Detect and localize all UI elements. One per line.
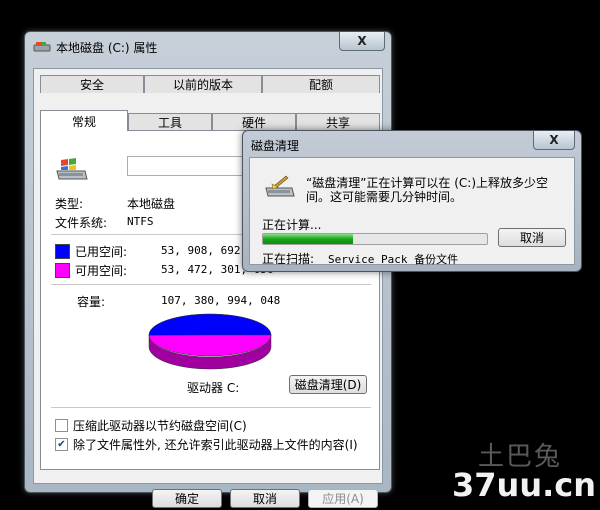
calculating-label: 正在计算... [262,218,322,232]
capacity-label: 容量: [77,295,106,309]
dialog-close-button[interactable]: X [533,131,575,150]
title-bar: 本地磁盘 (C:) 属性 [33,37,341,57]
capacity-value: 107, 380, 994, 048 [161,294,281,307]
index-checkbox[interactable]: ✔ [55,438,68,451]
filesystem-label: 文件系统: [55,216,108,230]
used-swatch [55,244,70,259]
scanning-value: Service Pack 备份文件 [328,253,459,266]
filesystem-value: NTFS [127,215,154,228]
index-option[interactable]: ✔ 除了文件属性外, 还允许索引此驱动器上文件的内容(I) [55,436,358,453]
divider [51,284,371,285]
free-swatch [55,263,70,278]
dialog-cancel-button[interactable]: 取消 [498,228,566,247]
tab-security[interactable]: 安全 [40,75,144,93]
dialog-title: 磁盘清理 [251,139,300,153]
compress-label: 压缩此驱动器以节约磁盘空间(C) [73,419,247,433]
tab-sharing[interactable]: 共享 [296,113,380,131]
progress-fill [263,234,353,244]
drive-label: 驱动器 C: [187,381,240,395]
watermark-site: 37uu.cn [452,466,596,504]
disk-cleanup-button[interactable]: 磁盘清理(D) [289,375,367,394]
usage-pie-chart [148,313,272,370]
free-space-label: 可用空间: [75,264,128,278]
ok-button[interactable]: 确定 [152,489,222,508]
divider [51,407,371,408]
tab-general[interactable]: 常规 [40,110,128,131]
type-label: 类型: [55,197,84,211]
tab-hardware[interactable]: 硬件 [212,113,296,131]
index-label: 除了文件属性外, 还允许索引此驱动器上文件的内容(I) [73,438,358,452]
type-value: 本地磁盘 [127,197,176,211]
cleanup-progress-bar [262,233,488,245]
close-button[interactable]: X [339,32,385,51]
hard-drive-icon [56,158,88,180]
tab-previous-versions[interactable]: 以前的版本 [144,75,262,93]
compress-checkbox[interactable] [55,419,68,432]
used-space-label: 已用空间: [75,245,128,259]
tab-quota[interactable]: 配额 [262,75,380,93]
compress-option[interactable]: 压缩此驱动器以节约磁盘空间(C) [55,417,247,434]
scanning-label: 正在扫描: [262,252,315,266]
cancel-button[interactable]: 取消 [230,489,300,508]
tab-tools[interactable]: 工具 [128,113,212,131]
pie-slice-used [148,313,272,336]
disk-cleanup-dialog: 磁盘清理 X “磁盘清理”正在计算可以在 (C:)上释放多少空 间。这可能需要几… [242,130,582,272]
apply-button[interactable]: 应用(A) [308,489,378,508]
disk-cleanup-icon [265,175,295,197]
drive-icon [33,42,51,52]
dialog-client: “磁盘清理”正在计算可以在 (C:)上释放多少空 间。这可能需要几分钟时间。 正… [249,157,575,266]
window-title: 本地磁盘 (C:) 属性 [56,40,158,55]
dialog-message-line2: 间。这可能需要几分钟时间。 [306,190,463,204]
